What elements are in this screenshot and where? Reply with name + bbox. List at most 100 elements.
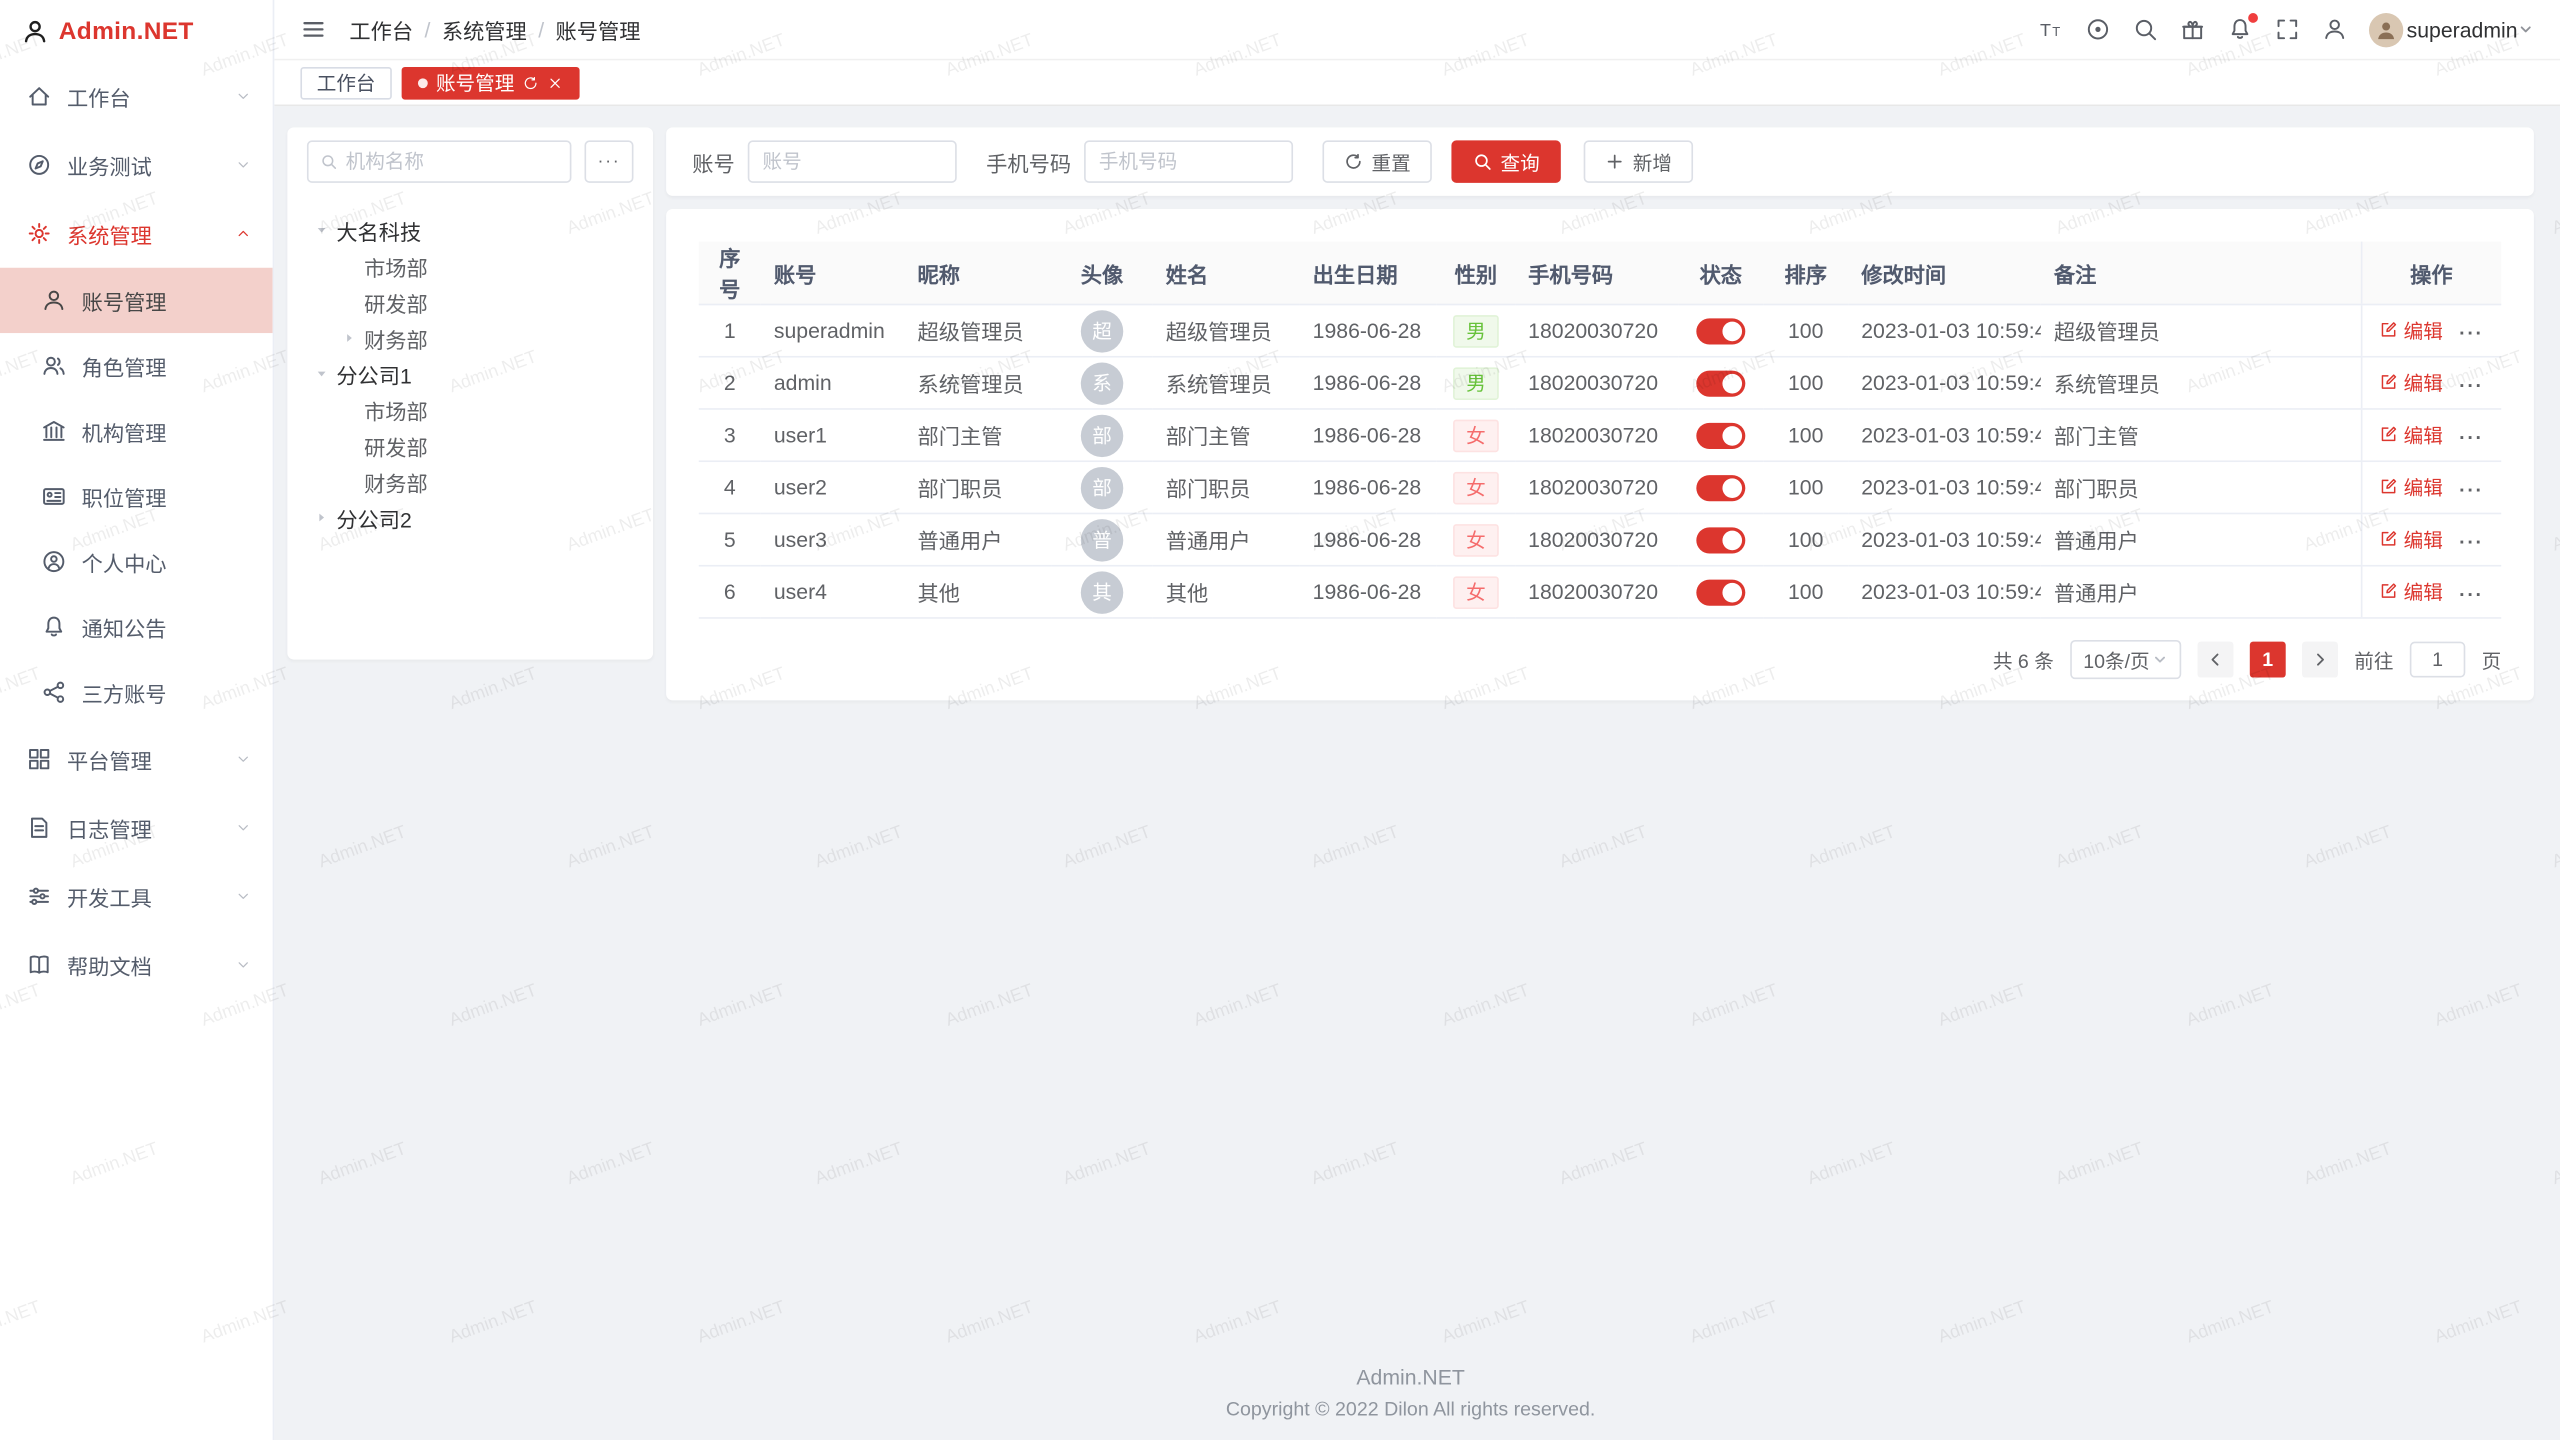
gender-badge: 女: [1453, 419, 1499, 452]
table-header-row: 序号账号昵称头像姓名出生日期性别手机号码状态排序修改时间备注操作: [699, 242, 2501, 305]
status-toggle[interactable]: [1696, 475, 1745, 501]
edit-button[interactable]: 编辑: [2379, 369, 2443, 397]
goto-label: 前往: [2354, 646, 2393, 674]
cell-remark: 部门职员: [2041, 461, 2361, 513]
sidebar-menu: 工作台业务测试系统管理账号管理角色管理机构管理职位管理个人中心通知公告三方账号平…: [0, 62, 273, 1440]
sidebar-subitem-share[interactable]: 三方账号: [0, 660, 273, 725]
person-icon[interactable]: [2322, 16, 2348, 42]
status-toggle[interactable]: [1696, 527, 1745, 553]
tree-node[interactable]: 财务部: [307, 320, 634, 356]
app-logo[interactable]: Admin.NET: [0, 0, 273, 62]
app-root: Admin.NET 工作台业务测试系统管理账号管理角色管理机构管理职位管理个人中…: [0, 0, 2560, 1440]
cell-remark: 普通用户: [2041, 513, 2361, 565]
tree-node[interactable]: 财务部: [307, 464, 634, 500]
sidebar-item-book[interactable]: 帮助文档: [0, 931, 273, 1000]
edit-button[interactable]: 编辑: [2379, 525, 2443, 553]
cell-actions: 编辑 ···: [2361, 409, 2501, 461]
accounts-table: 序号账号昵称头像姓名出生日期性别手机号码状态排序修改时间备注操作 1supera…: [699, 242, 2501, 619]
username[interactable]: superadmin: [2407, 17, 2518, 41]
tab-label: 工作台: [317, 69, 376, 97]
goto-page-input[interactable]: [2410, 642, 2466, 678]
prev-page-button[interactable]: [2198, 642, 2234, 678]
sidebar-item-log[interactable]: 日志管理: [0, 793, 273, 862]
sidebar-item-label: 开发工具: [67, 881, 235, 912]
cell-birthday: 1986-06-28: [1300, 566, 1437, 618]
phone-input[interactable]: [1084, 140, 1293, 182]
sidebar-subitem-bell[interactable]: 通知公告: [0, 594, 273, 659]
cell-remark: 系统管理员: [2041, 357, 2361, 409]
tab-0[interactable]: 工作台: [300, 66, 391, 99]
page-footer: Admin.NET Copyright © 2022 Dilon All rig…: [287, 1352, 2534, 1440]
text-size-icon[interactable]: TT: [2038, 16, 2064, 42]
sidebar-item-gear[interactable]: 系统管理: [0, 199, 273, 268]
breadcrumb-item[interactable]: 系统管理: [442, 14, 527, 45]
edit-button[interactable]: 编辑: [2379, 473, 2443, 501]
row-more-button[interactable]: ···: [2459, 583, 2483, 606]
search-button[interactable]: 查询: [1452, 140, 1561, 182]
sidebar-subitem-user[interactable]: 账号管理: [0, 268, 273, 333]
edit-button[interactable]: 编辑: [2379, 316, 2443, 344]
cell-actions: 编辑 ···: [2361, 461, 2501, 513]
status-toggle[interactable]: [1696, 423, 1745, 449]
sidebar-item-label: 业务测试: [67, 149, 235, 180]
account-input[interactable]: [748, 140, 957, 182]
search-icon[interactable]: [2132, 16, 2158, 42]
tree-node[interactable]: 研发部: [307, 284, 634, 320]
sidebar-item-tools[interactable]: 开发工具: [0, 862, 273, 931]
sidebar-subitem-label: 个人中心: [82, 546, 167, 577]
hamburger-menu-icon[interactable]: [300, 16, 326, 42]
edit-button[interactable]: 编辑: [2379, 578, 2443, 606]
tree-node-label: 大名科技: [336, 215, 421, 246]
tree-node[interactable]: 市场部: [307, 392, 634, 428]
row-more-button[interactable]: ···: [2459, 374, 2483, 397]
status-toggle[interactable]: [1696, 318, 1745, 344]
org-search-input[interactable]: [346, 150, 559, 173]
cell-modified: 2023-01-03 10:59:44: [1848, 566, 2041, 618]
sidebar-subitem-profile[interactable]: 个人中心: [0, 529, 273, 594]
cell-modified: 2023-01-03 10:59:44: [1848, 513, 2041, 565]
sidebar-item-home[interactable]: 工作台: [0, 62, 273, 131]
row-avatar: 部: [1081, 414, 1123, 456]
page-number-1[interactable]: 1: [2250, 642, 2286, 678]
tree-node[interactable]: 研发部: [307, 428, 634, 464]
caret-right-icon: [341, 330, 357, 346]
bell-icon[interactable]: [2227, 16, 2253, 42]
page-size-select[interactable]: 10条/页: [2070, 640, 2181, 679]
status-toggle[interactable]: [1696, 579, 1745, 605]
cell-name: 部门主管: [1153, 409, 1300, 461]
sidebar-item-compass[interactable]: 业务测试: [0, 131, 273, 200]
sidebar-subitem-org[interactable]: 机构管理: [0, 398, 273, 463]
breadcrumb-separator: /: [425, 17, 431, 41]
row-more-button[interactable]: ···: [2459, 531, 2483, 554]
next-page-button[interactable]: [2302, 642, 2338, 678]
avatar[interactable]: [2369, 12, 2403, 46]
cards-row: ··· 大名科技市场部研发部财务部分公司1市场部研发部财务部分公司2 账号 手机…: [287, 127, 2534, 700]
status-toggle[interactable]: [1696, 370, 1745, 396]
row-more-button[interactable]: ···: [2459, 322, 2483, 345]
sidebar-item-grid[interactable]: 平台管理: [0, 725, 273, 794]
row-avatar: 普: [1081, 518, 1123, 560]
cell-actions: 编辑 ···: [2361, 304, 2501, 356]
tree-node[interactable]: 市场部: [307, 248, 634, 284]
org-icon: [41, 418, 67, 444]
tab-bar: 工作台账号管理: [274, 60, 2560, 106]
tab-1[interactable]: 账号管理: [402, 66, 580, 99]
reset-button[interactable]: 重置: [1323, 140, 1432, 182]
tree-node[interactable]: 分公司2: [307, 500, 634, 536]
tree-node[interactable]: 大名科技: [307, 212, 634, 248]
fullscreen-icon[interactable]: [2274, 16, 2300, 42]
cell-name: 部门职员: [1153, 461, 1300, 513]
sidebar-subitem-position[interactable]: 职位管理: [0, 464, 273, 529]
gift-icon[interactable]: [2180, 16, 2206, 42]
globe-icon[interactable]: [2085, 16, 2111, 42]
sidebar-subitem-role[interactable]: 角色管理: [0, 333, 273, 398]
row-more-button[interactable]: ···: [2459, 479, 2483, 502]
org-more-button[interactable]: ···: [584, 140, 633, 182]
add-button[interactable]: 新增: [1584, 140, 1693, 182]
tree-node[interactable]: 分公司1: [307, 356, 634, 392]
cell-status: [1678, 357, 1763, 409]
edit-button[interactable]: 编辑: [2379, 421, 2443, 449]
breadcrumb-item[interactable]: 工作台: [349, 14, 413, 45]
row-more-button[interactable]: ···: [2459, 427, 2483, 450]
chevron-down-icon[interactable]: [2518, 21, 2534, 37]
